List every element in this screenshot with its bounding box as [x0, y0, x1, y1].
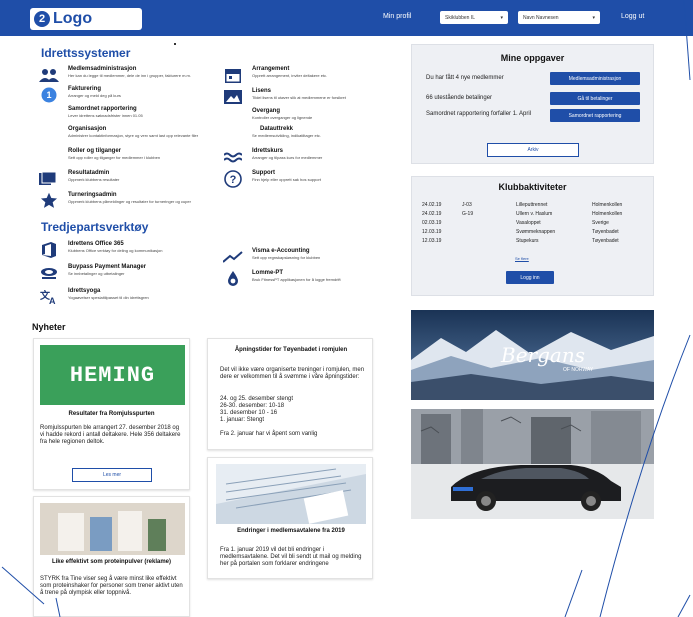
annotation-strokes [1, 0, 691, 617]
